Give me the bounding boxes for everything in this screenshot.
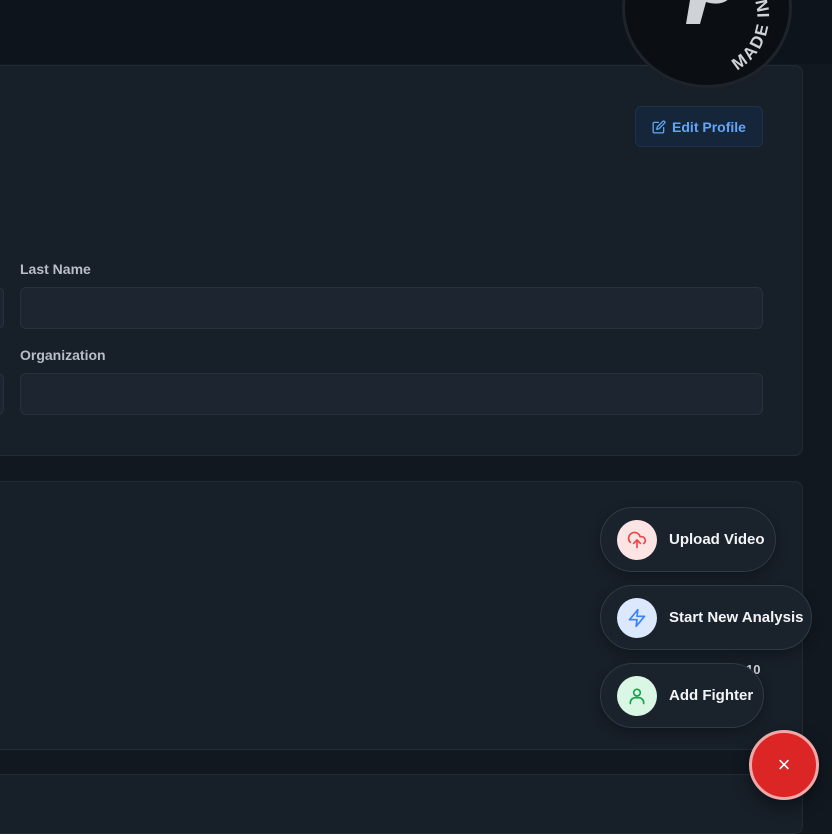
email-field[interactable]: [0, 373, 4, 415]
last-name-label: Last Name: [20, 261, 91, 277]
add-fighter-label: Add Fighter: [669, 687, 754, 704]
last-name-field[interactable]: [20, 287, 763, 329]
bottom-card: [0, 774, 803, 834]
first-name-field[interactable]: [0, 287, 4, 329]
edit-profile-label: Edit Profile: [672, 118, 746, 135]
add-fighter-button[interactable]: Add Fighter: [600, 663, 764, 728]
upload-video-label: Upload Video: [669, 531, 765, 548]
edit-profile-button[interactable]: Edit Profile: [635, 106, 763, 147]
start-new-analysis-label: Start New Analysis: [669, 609, 804, 626]
bolt-logo-icon: MADE IN BOLT.NEW P: [657, 0, 773, 74]
lightning-bolt-icon: [628, 608, 646, 627]
start-new-analysis-button[interactable]: Start New Analysis: [600, 585, 812, 650]
made-in-bolt-badge[interactable]: MADE IN BOLT.NEW P: [622, 0, 792, 88]
edit-icon: [652, 119, 666, 133]
organization-label: Organization: [20, 347, 106, 363]
svg-text:MADE IN BOLT.NEW P: MADE IN BOLT.NEW P: [657, 0, 773, 74]
close-menu-button[interactable]: ×: [749, 730, 819, 800]
upload-cloud-icon: [627, 531, 647, 548]
user-icon: [629, 688, 645, 704]
organization-field[interactable]: [20, 373, 763, 415]
upload-video-button[interactable]: Upload Video: [600, 507, 776, 572]
close-icon: ×: [777, 752, 791, 777]
